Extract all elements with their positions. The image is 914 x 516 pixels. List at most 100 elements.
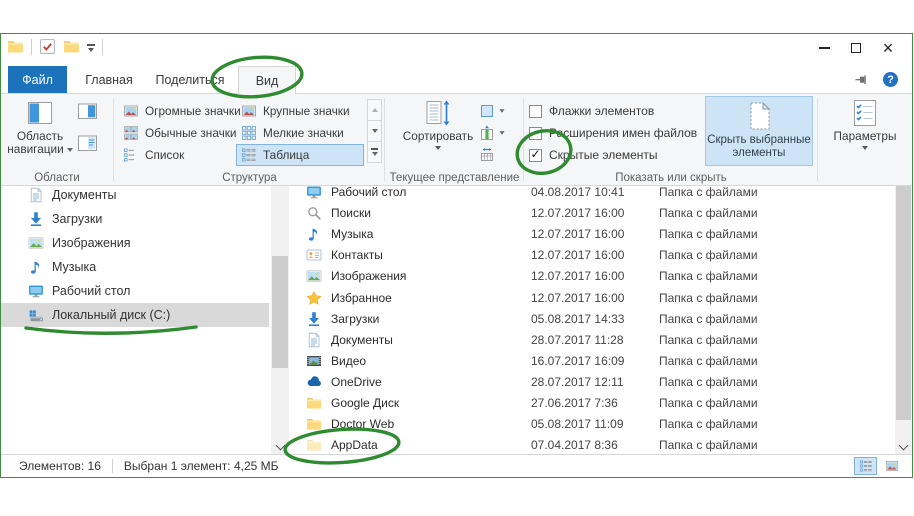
tab-home[interactable]: Главная [76, 66, 142, 93]
file-list-scrollbar[interactable] [895, 186, 912, 456]
ribbon-checkbox-row[interactable]: Скрытые элементы [529, 144, 697, 166]
sidebar-scrollbar[interactable] [271, 186, 289, 456]
view-mode-item[interactable]: Огромные значки [118, 100, 236, 122]
sidebar-item-label: Загрузки [52, 212, 102, 226]
file-row[interactable]: AppData07.04.2017 8:36Папка с файлами [294, 435, 894, 456]
navigation-pane-button[interactable]: Область навигации [5, 96, 75, 168]
folder-icon[interactable] [7, 38, 24, 55]
view-mode-item[interactable]: Обычные значки [118, 122, 236, 144]
gallery-scroll-down-button[interactable] [367, 120, 382, 142]
tab-share[interactable]: Поделиться [149, 66, 231, 93]
item-icon [28, 259, 44, 275]
file-icon [306, 332, 322, 348]
view-mode-icon [123, 125, 139, 141]
file-row[interactable]: Избранное12.07.2017 16:00Папка с файлами [294, 287, 894, 308]
close-button[interactable]: × [872, 36, 904, 60]
sidebar-item[interactable]: Локальный диск (C:) [1, 303, 269, 327]
file-row[interactable]: Рабочий стол04.08.2017 10:41Папка с файл… [294, 186, 894, 203]
sidebar-item[interactable]: Музыка [1, 255, 269, 279]
options-label: Параметры [834, 130, 897, 143]
file-name: Избранное [331, 291, 531, 305]
file-row[interactable]: Google Диск27.06.2017 7:36Папка с файлам… [294, 392, 894, 413]
minimize-button[interactable] [808, 36, 840, 60]
file-type: Папка с файлами [659, 333, 758, 347]
options-button[interactable]: Параметры [825, 96, 905, 168]
view-mode-item[interactable]: Крупные значки [236, 100, 364, 122]
scrollbar-thumb[interactable] [272, 256, 288, 368]
view-mode-label: Обычные значки [145, 126, 237, 140]
sidebar-item[interactable]: Загрузки [1, 207, 269, 231]
file-type: Папка с файлами [659, 312, 758, 326]
maximize-button[interactable] [840, 36, 872, 60]
sort-button[interactable]: Сортировать [400, 96, 476, 168]
content-area: ДокументыЗагрузкиИзображенияМузыкаРабочи… [1, 186, 912, 456]
sidebar-item-label: Локальный диск (C:) [52, 308, 170, 322]
file-modified-date: 07.04.2017 8:36 [531, 438, 659, 452]
item-icon [28, 211, 44, 227]
file-row[interactable]: Поиски12.07.2017 16:00Папка с файлами [294, 203, 894, 224]
file-explorer-window: × Файл Главная Поделиться Вид ? Область … [0, 33, 913, 478]
view-mode-item[interactable]: Мелкие значки [236, 122, 364, 144]
file-row[interactable]: Видео16.07.2017 16:09Папка с файлами [294, 350, 894, 371]
file-icon [306, 395, 322, 411]
sidebar-item[interactable]: Изображения [1, 231, 269, 255]
scrollbar-thumb[interactable] [896, 186, 911, 420]
ribbon-group-panes: Область навигации Области [1, 94, 113, 185]
view-mode-item[interactable]: Список [118, 144, 236, 166]
options-icon [850, 98, 880, 128]
file-name: Видео [331, 354, 531, 368]
checkbox-icon [529, 127, 542, 140]
sidebar-item-label: Изображения [52, 236, 131, 250]
checkbox-label: Расширения имен файлов [549, 126, 697, 140]
file-name: Загрузки [331, 312, 531, 326]
pin-ribbon-icon[interactable] [854, 72, 869, 87]
preview-pane-button[interactable] [77, 102, 98, 121]
file-row[interactable]: OneDrive28.07.2017 12:11Папка с файлами [294, 371, 894, 392]
tab-view[interactable]: Вид [238, 66, 296, 94]
tab-file[interactable]: Файл [8, 66, 67, 93]
file-row[interactable]: Контакты12.07.2017 16:00Папка с файлами [294, 245, 894, 266]
file-icon [306, 247, 322, 263]
file-name: Контакты [331, 248, 531, 262]
maximize-icon [851, 43, 861, 53]
hide-selected-items-button[interactable]: Скрыть выбранные элементы [705, 96, 813, 166]
sidebar-item[interactable]: Документы [1, 186, 269, 207]
file-icon [306, 290, 322, 306]
file-modified-date: 12.07.2017 16:00 [531, 206, 659, 220]
quick-access-toolbar [7, 38, 103, 55]
file-row[interactable]: Загрузки05.08.2017 14:33Папка с файлами [294, 308, 894, 329]
item-icon [28, 307, 44, 323]
close-icon: × [883, 39, 894, 57]
file-icon [306, 437, 322, 453]
file-name: OneDrive [331, 375, 531, 389]
add-columns-button[interactable] [478, 124, 496, 142]
details-pane-button[interactable] [77, 134, 98, 153]
new-folder-icon[interactable] [63, 38, 80, 55]
group-label-panes: Области [1, 172, 113, 184]
ribbon-checkbox-row[interactable]: Расширения имен файлов [529, 122, 697, 144]
details-view-icon [859, 459, 873, 473]
ribbon: Область навигации Области Огромные значк… [1, 93, 912, 186]
details-view-button[interactable] [854, 457, 877, 475]
file-row[interactable]: Документы28.07.2017 11:28Папка с файлами [294, 329, 894, 350]
file-row[interactable]: Изображения12.07.2017 16:00Папка с файла… [294, 266, 894, 287]
file-row[interactable]: Музыка12.07.2017 16:00Папка с файлами [294, 224, 894, 245]
gallery-scroll-up-button[interactable] [367, 99, 382, 121]
ribbon-checkbox-row[interactable]: Флажки элементов [529, 100, 697, 122]
file-modified-date: 12.07.2017 16:00 [531, 269, 659, 283]
ribbon-group-options: Параметры [819, 94, 912, 185]
gallery-scrollbar [367, 100, 382, 163]
properties-check-icon[interactable] [39, 38, 56, 55]
size-all-columns-button[interactable] [478, 146, 496, 164]
qat-customize-dropdown-icon[interactable] [87, 41, 95, 51]
thumbnails-view-button[interactable] [880, 457, 903, 475]
sidebar-item[interactable]: Рабочий стол [1, 279, 269, 303]
group-by-button[interactable] [478, 102, 496, 120]
gallery-more-button[interactable] [367, 141, 382, 163]
file-row[interactable]: Doctor Web05.08.2017 11:09Папка с файлам… [294, 414, 894, 435]
view-mode-item[interactable]: Таблица [236, 144, 364, 166]
help-icon[interactable]: ? [883, 72, 898, 87]
navigation-pane-label: Область навигации [7, 129, 63, 156]
file-modified-date: 28.07.2017 11:28 [531, 333, 659, 347]
file-name: Поиски [331, 206, 531, 220]
